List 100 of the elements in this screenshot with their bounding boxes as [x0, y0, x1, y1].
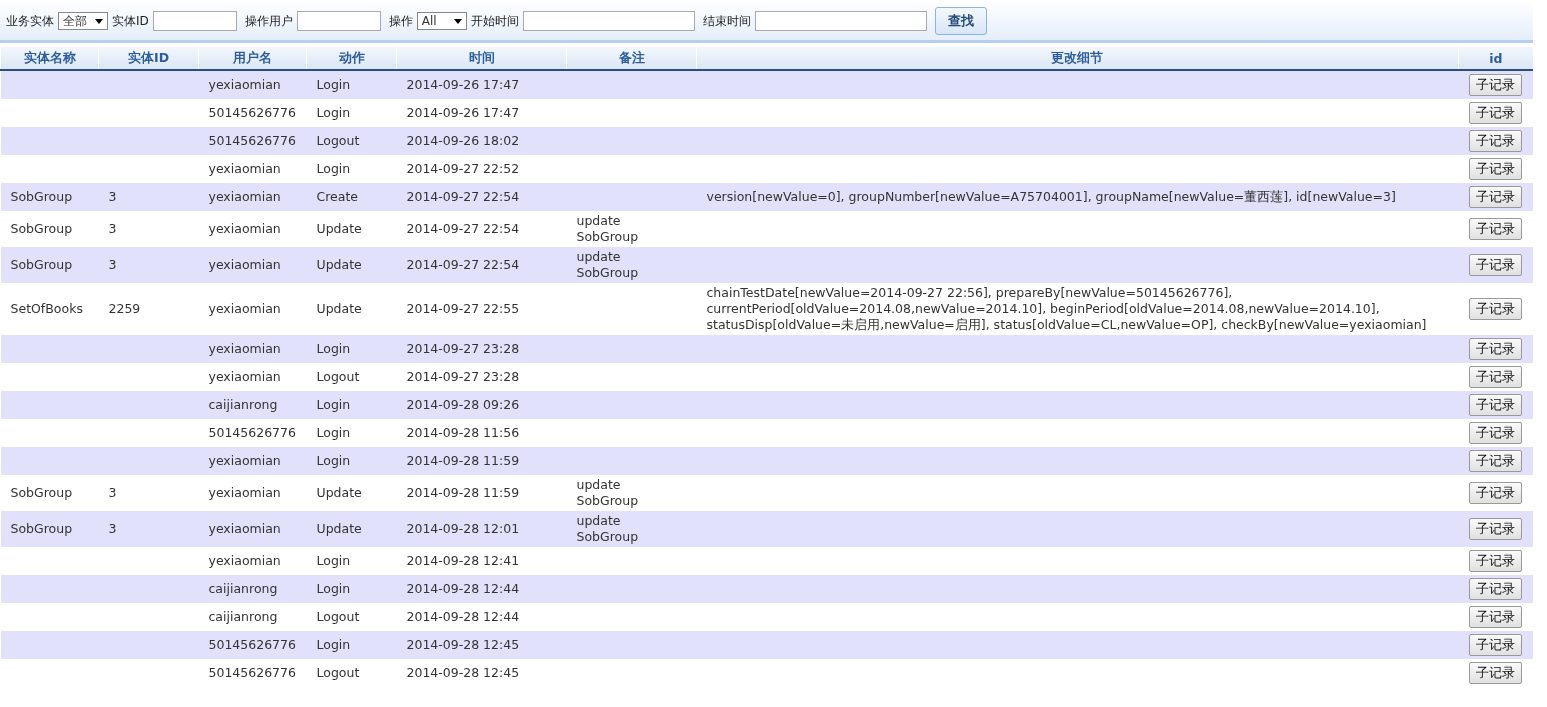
- sub-record-button[interactable]: 子记录: [1469, 450, 1522, 472]
- user-cell: yexiaomian: [208, 521, 281, 536]
- time-cell: 2014-09-26 17:47: [406, 77, 520, 92]
- entity-cell: SobGroup: [10, 257, 73, 272]
- action-cell: Login: [316, 105, 351, 120]
- user-cell: yexiaomian: [208, 189, 281, 204]
- time-cell: 2014-09-27 22:54: [406, 221, 520, 236]
- caret-icon: [95, 18, 103, 24]
- sub-record-button[interactable]: 子记录: [1469, 298, 1522, 320]
- filter-select[interactable]: All: [416, 12, 467, 30]
- time-cell: 2014-09-27 23:28: [406, 369, 520, 384]
- sub-record-button[interactable]: 子记录: [1469, 394, 1522, 416]
- entity-id-cell: 3: [108, 189, 117, 204]
- user-cell: 50145626776: [208, 105, 296, 120]
- action-cell: Login: [316, 581, 351, 596]
- time-cell: 2014-09-27 23:28: [406, 341, 520, 356]
- entity-cell: SobGroup: [10, 221, 73, 236]
- sub-record-button[interactable]: 子记录: [1469, 550, 1522, 572]
- filter-label: 结束时间: [702, 12, 751, 30]
- date-input[interactable]: [754, 11, 927, 31]
- action-cell: Login: [316, 77, 351, 92]
- date-input[interactable]: [522, 11, 695, 31]
- time-cell: 2014-09-28 12:41: [406, 553, 520, 568]
- sub-record-button[interactable]: 子记录: [1469, 218, 1522, 240]
- note-cell-text: update SobGroup: [576, 513, 640, 545]
- column-header: id: [1489, 50, 1503, 66]
- sub-record-button[interactable]: 子记录: [1469, 338, 1522, 360]
- sub-record-button[interactable]: 子记录: [1469, 254, 1522, 276]
- user-cell: 50145626776: [208, 425, 296, 440]
- time-cell: 2014-09-28 12:45: [406, 637, 520, 652]
- user-cell: yexiaomian: [208, 553, 281, 568]
- time-cell: 2014-09-27 22:55: [406, 301, 520, 316]
- sub-record-button[interactable]: 子记录: [1469, 422, 1522, 444]
- entity-cell: SobGroup: [10, 521, 73, 536]
- sub-record-button[interactable]: 子记录: [1469, 606, 1522, 628]
- action-cell: Update: [316, 485, 362, 500]
- note-cell-text: update SobGroup: [576, 249, 640, 281]
- user-cell: yexiaomian: [208, 301, 281, 316]
- sub-record-button[interactable]: 子记录: [1469, 634, 1522, 656]
- action-cell: Update: [316, 521, 362, 536]
- filter-input[interactable]: [152, 11, 237, 31]
- user-cell: yexiaomian: [208, 257, 281, 272]
- time-cell: 2014-09-28 12:01: [406, 521, 520, 536]
- sub-record-button[interactable]: 子记录: [1469, 366, 1522, 388]
- action-cell: Logout: [316, 133, 360, 148]
- sub-record-button[interactable]: 子记录: [1469, 74, 1522, 96]
- action-cell: Update: [316, 221, 362, 236]
- user-cell: 50145626776: [208, 665, 296, 680]
- caret-icon: [453, 18, 462, 24]
- time-cell: 2014-09-28 12:45: [406, 665, 520, 680]
- sub-record-button[interactable]: 子记录: [1469, 186, 1522, 208]
- column-header: 更改细节: [1051, 49, 1104, 65]
- action-cell: Logout: [316, 609, 360, 624]
- column-header: 用户名: [233, 49, 272, 65]
- entity-id-cell: 3: [108, 485, 117, 500]
- time-cell: 2014-09-27 22:54: [406, 257, 520, 272]
- time-cell: 2014-09-27 22:52: [406, 161, 520, 176]
- action-cell: Create: [316, 189, 359, 204]
- filter-label: 开始时间: [470, 12, 519, 30]
- user-cell: caijianrong: [208, 609, 278, 624]
- user-cell: yexiaomian: [208, 221, 281, 236]
- filter-input[interactable]: [296, 11, 381, 31]
- sub-record-button[interactable]: 子记录: [1469, 102, 1522, 124]
- time-cell: 2014-09-28 09:26: [406, 397, 520, 412]
- sub-record-button[interactable]: 子记录: [1469, 662, 1522, 684]
- entity-cell: SobGroup: [10, 189, 73, 204]
- action-cell: Login: [316, 637, 351, 652]
- search-button[interactable]: 查找: [934, 7, 987, 35]
- sub-record-button[interactable]: 子记录: [1469, 482, 1522, 504]
- user-cell: yexiaomian: [208, 485, 281, 500]
- user-cell: 50145626776: [208, 133, 296, 148]
- column-header: 备注: [618, 49, 645, 65]
- action-cell: Login: [316, 425, 351, 440]
- time-cell: 2014-09-28 11:59: [406, 453, 520, 468]
- filter-label: 操作用户: [244, 12, 293, 30]
- user-cell: yexiaomian: [208, 77, 281, 92]
- entity-cell: SetOfBooks: [10, 301, 83, 316]
- time-cell: 2014-09-28 12:44: [406, 581, 520, 596]
- time-cell: 2014-09-26 18:02: [406, 133, 520, 148]
- time-cell: 2014-09-28 11:59: [406, 485, 520, 500]
- action-cell: Logout: [316, 369, 360, 384]
- action-cell: Update: [316, 257, 362, 272]
- action-cell: Update: [316, 301, 362, 316]
- user-cell: caijianrong: [208, 581, 278, 596]
- user-cell: caijianrong: [208, 397, 278, 412]
- sub-record-button[interactable]: 子记录: [1469, 518, 1522, 540]
- action-cell: Logout: [316, 665, 360, 680]
- column-header: 实体名称: [23, 49, 76, 65]
- action-cell: Login: [316, 341, 351, 356]
- filter-select[interactable]: 全部: [58, 12, 108, 30]
- filter-label: 操作: [388, 12, 413, 30]
- time-cell: 2014-09-28 12:44: [406, 609, 520, 624]
- user-cell: yexiaomian: [208, 369, 281, 384]
- sub-record-button[interactable]: 子记录: [1469, 578, 1522, 600]
- entity-id-cell: 2259: [108, 301, 141, 316]
- sub-record-button[interactable]: 子记录: [1469, 158, 1522, 180]
- action-cell: Login: [316, 453, 351, 468]
- sub-record-button[interactable]: 子记录: [1469, 130, 1522, 152]
- filter-label: 实体ID: [112, 12, 149, 30]
- details-cell: chainTestDate[newValue=2014-09-27 22:56], prepareBy[newValue=50145626776], currentPeriod[oldValue=2014.08,newValue=2014.10], beginPeriod[oldValue=2014.08,newValue=2014.10], statusDisp[oldValue=未启用,newValue=启用], status[oldValue=CL,newValue=OP], checkBy[newValue=yexiaomian]: [706, 285, 1427, 333]
